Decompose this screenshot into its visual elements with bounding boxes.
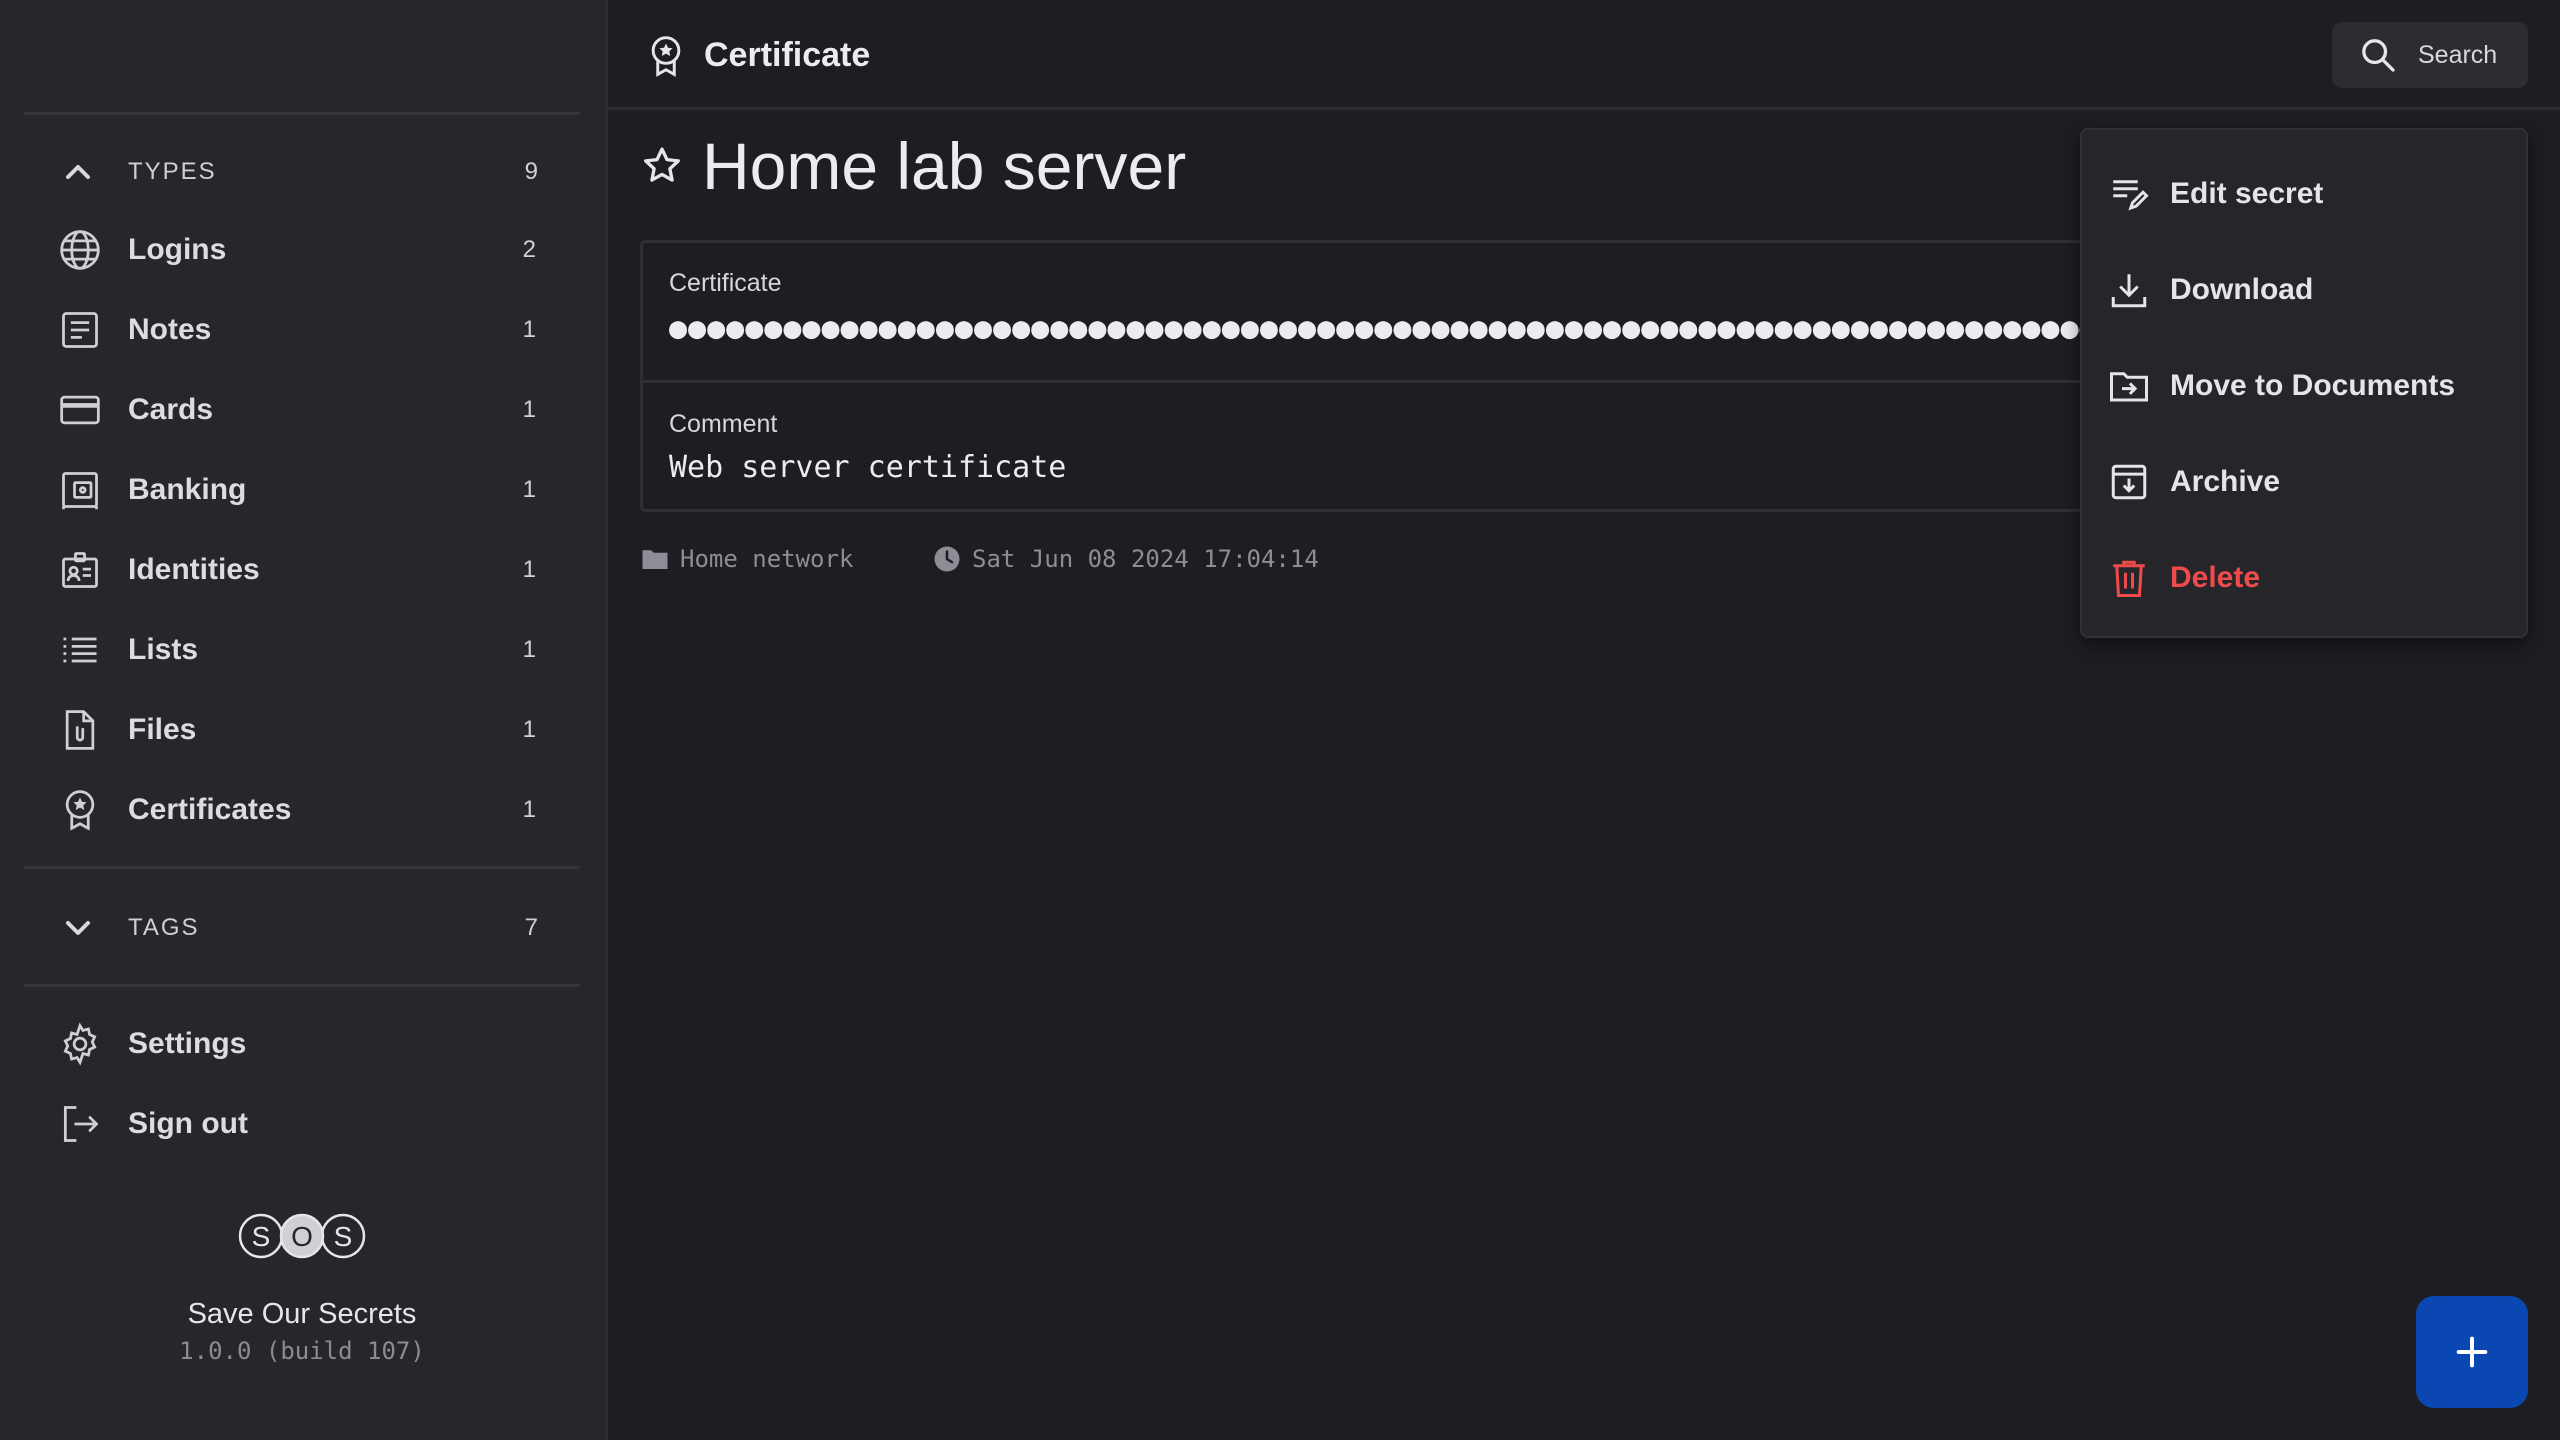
certificate-field[interactable]: Certificate ●●●●●●●●●●●●●●●●●●●●●●●●●●●●… <box>643 243 2137 383</box>
delete-menu-item[interactable]: Delete <box>2108 548 2504 608</box>
favorite-star-icon[interactable] <box>640 144 684 188</box>
top-bar: Certificate Search <box>608 0 2560 110</box>
plus-icon <box>2456 1336 2488 1368</box>
sign-out-label: Sign out <box>128 1107 248 1140</box>
sidebar-item-label: Identities <box>128 553 260 586</box>
page-title: Certificate <box>704 36 871 74</box>
secret-actions-menu: Edit secret Download Move to Documents A… <box>2080 128 2528 638</box>
move-folder-icon <box>2110 372 2148 402</box>
types-count: 9 <box>524 158 538 185</box>
logo-letter: S <box>334 1221 353 1252</box>
modified-info: Sat Jun 08 2024 17:04:14 <box>932 544 1319 574</box>
sidebar-item-count: 1 <box>522 716 536 743</box>
sidebar-item-count: 1 <box>522 636 536 663</box>
sidebar-item-count: 2 <box>522 236 536 263</box>
divider <box>24 984 580 987</box>
add-secret-button[interactable] <box>2416 1296 2528 1408</box>
field-label: Certificate <box>669 269 782 297</box>
menu-item-label: Edit secret <box>2170 177 2324 210</box>
certificate-icon <box>651 36 681 77</box>
sidebar-item-count: 1 <box>522 316 536 343</box>
menu-item-label: Move to Documents <box>2170 369 2456 402</box>
menu-item-label: Archive <box>2170 465 2281 498</box>
secret-title: Home lab server <box>702 129 1187 203</box>
sign-out-button[interactable]: Sign out <box>56 1094 536 1154</box>
folder-info: Home network <box>640 544 853 574</box>
secret-fields-card: Certificate ●●●●●●●●●●●●●●●●●●●●●●●●●●●●… <box>640 240 2140 512</box>
menu-item-label: Download <box>2170 273 2314 306</box>
sidebar-item-label: Banking <box>128 473 247 506</box>
sign-out-icon <box>56 1100 104 1148</box>
sidebar-item-count: 1 <box>522 796 536 823</box>
sidebar-item-notes[interactable]: Notes 1 <box>56 300 536 360</box>
sidebar-item-count: 1 <box>522 476 536 503</box>
sidebar-item-cards[interactable]: Cards 1 <box>56 380 536 440</box>
divider <box>24 112 580 115</box>
globe-icon <box>56 226 104 274</box>
archive-icon <box>2111 464 2147 500</box>
settings-label: Settings <box>128 1027 247 1060</box>
modified-date: Sat Jun 08 2024 17:04:14 <box>972 545 1319 573</box>
note-icon <box>56 306 104 354</box>
sidebar-item-label: Certificates <box>128 793 292 826</box>
sidebar-item-label: Lists <box>128 633 199 666</box>
field-value-masked: ●●●●●●●●●●●●●●●●●●●●●●●●●●●●●●●●●●●●●●●●… <box>669 311 2137 346</box>
field-label: Comment <box>669 410 778 438</box>
settings-button[interactable]: Settings <box>56 1014 536 1074</box>
move-to-documents-menu-item[interactable]: Move to Documents <box>2108 356 2504 416</box>
bank-icon <box>56 466 104 514</box>
sidebar-item-count: 1 <box>522 556 536 583</box>
file-icon <box>56 706 104 754</box>
comment-field[interactable]: Comment Web server certificate <box>643 386 2137 509</box>
sidebar-item-label: Files <box>128 713 197 746</box>
download-icon <box>2111 274 2147 308</box>
sidebar-item-label: Notes <box>128 313 212 346</box>
search-button[interactable]: Search <box>2332 22 2528 88</box>
sidebar-item-lists[interactable]: Lists 1 <box>56 620 536 680</box>
download-menu-item[interactable]: Download <box>2108 260 2504 320</box>
search-icon <box>2362 39 2395 72</box>
chevron-down-icon <box>66 921 90 935</box>
app-version: 1.0.0 (build 107) <box>179 1337 425 1365</box>
chevron-up-icon <box>66 165 90 179</box>
gear-icon <box>56 1020 104 1068</box>
tags-section-toggle[interactable]: TAGS 7 <box>58 908 538 948</box>
edit-icon <box>2113 180 2149 211</box>
list-icon <box>56 626 104 674</box>
menu-item-label: Delete <box>2170 561 2261 594</box>
sidebar-item-label: Cards <box>128 393 214 426</box>
types-label: TYPES <box>128 158 217 185</box>
app-name: Save Our Secrets <box>187 1298 417 1330</box>
folder-name: Home network <box>680 545 854 573</box>
sidebar-item-banking[interactable]: Banking 1 <box>56 460 536 520</box>
folder-icon <box>642 550 668 569</box>
certificate-icon <box>56 786 104 834</box>
search-label: Search <box>2418 40 2498 69</box>
clock-icon <box>934 546 960 572</box>
logo-letter: S <box>252 1221 271 1252</box>
trash-icon <box>2113 560 2145 597</box>
app-logo: S O S <box>238 1213 366 1259</box>
field-value: Web server certificate <box>669 450 1067 485</box>
types-section-toggle[interactable]: TYPES 9 <box>58 152 538 192</box>
tags-count: 7 <box>524 914 538 941</box>
sidebar-item-files[interactable]: Files 1 <box>56 700 536 760</box>
logo-letter: O <box>291 1221 313 1252</box>
archive-menu-item[interactable]: Archive <box>2108 452 2504 512</box>
sidebar-item-logins[interactable]: Logins 2 <box>56 220 536 280</box>
sidebar-item-certificates[interactable]: Certificates 1 <box>56 780 536 840</box>
identity-card-icon <box>56 546 104 594</box>
divider <box>24 866 580 869</box>
sidebar-item-label: Logins <box>128 233 227 266</box>
tags-label: TAGS <box>128 914 200 941</box>
sidebar: TYPES 9 Logins 2 Notes 1 Cards 1 Banking… <box>0 0 608 1440</box>
sidebar-item-identities[interactable]: Identities 1 <box>56 540 536 600</box>
edit-secret-menu-item[interactable]: Edit secret <box>2108 164 2504 224</box>
sidebar-item-count: 1 <box>522 396 536 423</box>
credit-card-icon <box>56 386 104 434</box>
